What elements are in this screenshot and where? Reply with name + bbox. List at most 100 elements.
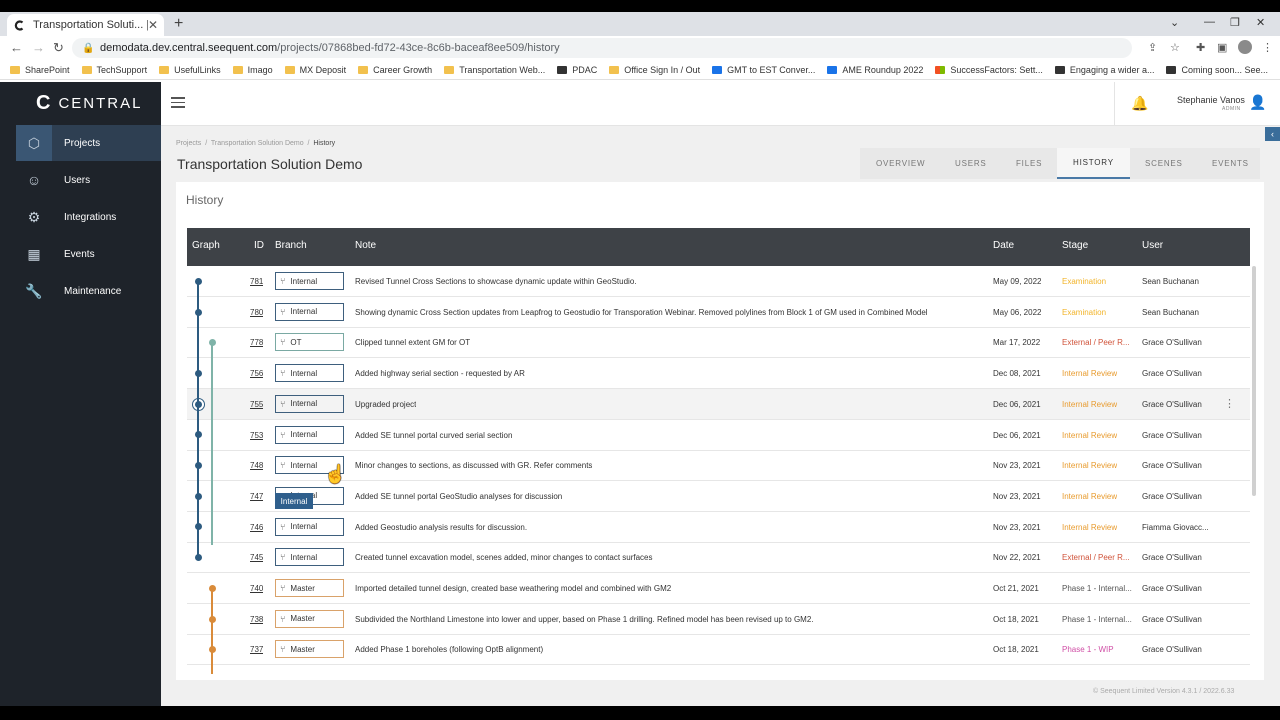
restore-icon[interactable]: ❐ <box>1230 16 1240 29</box>
revision-id-link[interactable]: 778 <box>250 338 263 347</box>
tab-history[interactable]: HISTORY <box>1057 148 1130 179</box>
breadcrumb-project[interactable]: Transportation Solution Demo <box>211 140 304 147</box>
new-tab-icon[interactable]: + <box>174 15 183 33</box>
branch-badge[interactable]: ⑂ Master <box>275 579 344 597</box>
tab-users[interactable]: USERS <box>955 148 987 179</box>
col-note[interactable]: Note <box>355 240 376 251</box>
branch-badge[interactable]: ⑂ Master <box>275 640 344 659</box>
scrollbar[interactable] <box>1252 266 1256 496</box>
tab-overview[interactable]: OVERVIEW <box>876 148 925 179</box>
branch-badge[interactable]: ⑂ OT <box>275 333 344 352</box>
browser-menu-icon[interactable]: ⋮ <box>1262 41 1273 54</box>
breadcrumb-projects[interactable]: Projects <box>176 140 201 147</box>
sidebar-item-maintenance[interactable]: 🔧 Maintenance <box>16 273 161 309</box>
bookmark-item[interactable]: Office Sign In / Out <box>609 65 700 75</box>
sidebar-item-users[interactable]: ☺ Users <box>16 162 161 198</box>
table-row[interactable]: 755 ⑂ Internal Upgraded project Dec 06, 2021… <box>187 388 1250 420</box>
bookmark-item[interactable]: Engaging a wider a... <box>1054 65 1154 75</box>
col-branch[interactable]: Branch <box>275 240 307 251</box>
stage-text: External / Peer R... <box>1062 553 1130 563</box>
col-id[interactable]: ID <box>254 240 264 251</box>
branch-badge[interactable]: ⑂ Internal <box>275 272 344 290</box>
star-icon[interactable]: ☆ <box>1170 41 1180 54</box>
revision-id-link[interactable]: 748 <box>250 461 263 470</box>
user-icon[interactable]: 👤 <box>1249 94 1266 111</box>
table-row[interactable]: 745 ⑂ Internal Created tunnel excavation mo… <box>187 542 1250 574</box>
revision-id-link[interactable]: 780 <box>250 308 263 317</box>
revision-id-link[interactable]: 755 <box>250 400 263 409</box>
share-icon[interactable]: ⇪ <box>1148 41 1157 54</box>
sidepanel-icon[interactable]: ▣ <box>1217 41 1227 54</box>
table-row[interactable]: 746 ⑂ Internal Added Geostudio analysis res… <box>187 512 1250 543</box>
bookmark-item[interactable]: SharePoint <box>10 65 70 75</box>
bookmark-item[interactable]: Career Growth <box>358 65 432 75</box>
forward-icon[interactable]: → <box>32 40 45 55</box>
close-tab-icon[interactable]: ✕ <box>148 18 158 32</box>
revision-id-link[interactable]: 740 <box>250 584 263 593</box>
branch-badge[interactable]: ⑂ Internal <box>275 548 344 567</box>
branch-badge[interactable]: ⑂ Internal <box>275 364 344 383</box>
bookmark-item[interactable]: PDAC <box>557 65 597 75</box>
table-row[interactable]: 756 ⑂ Internal Added highway serial section… <box>187 358 1250 390</box>
branch-badge[interactable]: ⑂ Internal <box>275 517 344 536</box>
branch-badge[interactable]: ⑂ Internal <box>275 425 344 444</box>
close-window-icon[interactable]: ✕ <box>1256 16 1265 29</box>
table-row[interactable]: 780 ⑂ Internal Showing dynamic Cross Sectio… <box>187 297 1250 328</box>
table-row[interactable]: 748 ⑂ Internal Minor changes to sections, a… <box>187 450 1250 482</box>
stage-text: Phase 1 - WIP <box>1062 645 1114 655</box>
table-row[interactable]: 738 ⑂ Master Subdivided the Northland Limes… <box>187 604 1250 635</box>
table-row[interactable]: 737 ⑂ Master Added Phase 1 boreholes (follo… <box>187 634 1250 666</box>
bookmark-item[interactable]: MX Deposit <box>284 65 346 75</box>
branch-badge[interactable]: ⑂ Master <box>275 609 344 628</box>
col-user[interactable]: User <box>1142 240 1163 251</box>
branch-badge[interactable]: ⑂ Internal <box>275 394 344 413</box>
tab-scenes[interactable]: SCENES <box>1145 148 1183 179</box>
browser-profile-avatar[interactable] <box>1238 40 1252 54</box>
branch-label: OT <box>290 337 302 347</box>
bookmark-item[interactable]: UsefulLinks <box>159 65 221 75</box>
tab-events[interactable]: EVENTS <box>1212 148 1249 179</box>
branch-icon: ⑂ <box>280 337 286 348</box>
col-date[interactable]: Date <box>993 240 1014 251</box>
col-stage[interactable]: Stage <box>1062 240 1088 251</box>
bookmark-item[interactable]: Imago <box>232 65 273 75</box>
revision-id-link[interactable]: 746 <box>250 523 263 532</box>
revision-id-link[interactable]: 753 <box>250 431 263 440</box>
bookmark-item[interactable]: TechSupport <box>81 65 147 75</box>
table-row[interactable]: 778 ⑂ OT Clipped tunnel extent GM for OT Mar… <box>187 327 1250 359</box>
bell-icon[interactable]: 🔔 <box>1131 95 1148 112</box>
browser-tab[interactable]: Transportation Soluti... | History ✕ <box>7 14 164 36</box>
central-logo[interactable]: C CENTRAL <box>36 92 142 115</box>
bookmark-item[interactable]: SuccessFactors: Sett... <box>935 65 1043 75</box>
bookmark-item[interactable]: AME Roundup 2022 <box>827 65 923 75</box>
minimize-icon[interactable]: — <box>1204 16 1215 28</box>
tab-search-icon[interactable]: ⌄ <box>1170 16 1179 29</box>
extensions-icon[interactable]: ✚ <box>1196 41 1205 54</box>
sidebar-item-projects[interactable]: ⬡ Projects <box>16 125 161 161</box>
table-row[interactable]: 781 ⑂ Internal Revised Tunnel Cross Section… <box>187 266 1250 297</box>
col-graph[interactable]: Graph <box>192 240 220 251</box>
revision-id-link[interactable]: 745 <box>250 553 263 562</box>
bookmark-item[interactable]: Transportation Web... <box>444 65 545 75</box>
back-icon[interactable]: ← <box>10 40 23 55</box>
bookmark-item[interactable]: Coming soon... See... <box>1166 65 1268 75</box>
revision-id-link[interactable]: 756 <box>250 369 263 378</box>
table-row[interactable]: 747⑂InternalAdded SE tunnel portal GeoSt… <box>187 481 1250 512</box>
row-actions-icon[interactable]: ⋮ <box>1224 397 1235 410</box>
table-row[interactable]: 740 ⑂ Master Imported detailed tunnel desig… <box>187 573 1250 604</box>
revision-id-link[interactable]: 737 <box>250 645 263 654</box>
revision-id-link[interactable]: 747 <box>250 492 263 501</box>
reload-icon[interactable]: ↻ <box>53 40 64 56</box>
revision-id-link[interactable]: 738 <box>250 615 263 624</box>
url-input[interactable]: 🔒 demodata.dev.central.seequent.com /pro… <box>72 38 1132 58</box>
branch-badge[interactable]: ⑂ Internal <box>275 302 344 321</box>
tab-files[interactable]: FILES <box>1016 148 1042 179</box>
sidebar-item-events[interactable]: ▦ Events <box>16 236 161 272</box>
sidebar-item-integrations[interactable]: ⚙ Integrations <box>16 199 161 235</box>
bookmark-item[interactable]: GMT to EST Conver... <box>712 65 815 75</box>
table-row[interactable]: 753 ⑂ Internal Added SE tunnel portal curve… <box>187 420 1250 451</box>
user-name[interactable]: Stephanie Vanos <box>1177 95 1245 105</box>
collapse-panel-icon[interactable]: ‹ <box>1265 127 1280 141</box>
revision-id-link[interactable]: 781 <box>250 277 263 286</box>
hamburger-menu-icon[interactable] <box>171 97 185 108</box>
